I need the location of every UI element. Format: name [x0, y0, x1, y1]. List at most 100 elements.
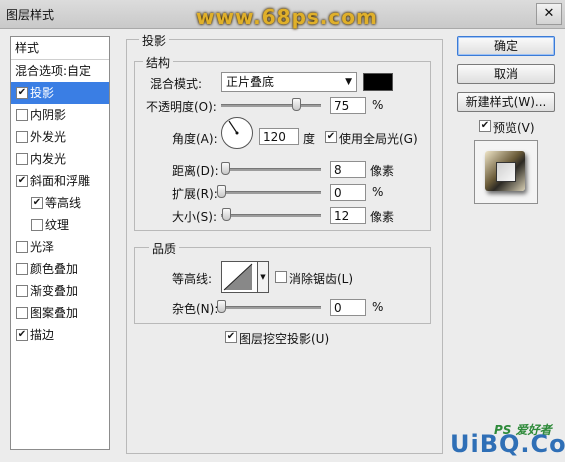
distance-input[interactable]: 8: [330, 161, 366, 178]
sidebar-item-label: 等高线: [45, 196, 82, 210]
sidebar-item[interactable]: 混合选项:自定: [11, 60, 109, 82]
sidebar-item-checkbox[interactable]: ✔: [16, 87, 28, 99]
sidebar-item-label: 投影: [30, 86, 55, 100]
sidebar-item[interactable]: 内阴影: [11, 104, 109, 126]
contour-label: 等高线:: [172, 272, 213, 286]
spread-slider-track[interactable]: [221, 191, 321, 194]
spread-slider-thumb[interactable]: [217, 185, 226, 198]
global-light-checkbox[interactable]: ✔: [325, 131, 337, 143]
sidebar-item-checkbox[interactable]: [16, 307, 28, 319]
global-light-label: 使用全局光(G): [339, 132, 418, 146]
drop-shadow-title: 投影: [139, 32, 170, 49]
size-unit: 像素: [370, 210, 395, 224]
spread-input[interactable]: 0: [330, 184, 366, 201]
sidebar-item-label: 图案叠加: [30, 306, 79, 320]
sidebar-item-checkbox[interactable]: [16, 131, 28, 143]
footer-watermark-brand: UiBQ.CoM: [450, 430, 565, 458]
distance-unit: 像素: [370, 164, 395, 178]
window-title: 图层样式: [6, 8, 55, 22]
sidebar-item-label: 光泽: [30, 240, 55, 254]
contour-picker[interactable]: [221, 261, 259, 293]
sidebar-item-label: 混合选项:自定: [15, 64, 92, 78]
styles-list: 样式 混合选项:自定 ✔ 投影 内阴影 外发光 内发光 ✔ 斜面和浮雕 ✔ 等高线 纹理 光泽 颜色叠加…: [10, 36, 110, 450]
knockout-label: 图层挖空投影(U): [239, 332, 330, 346]
ok-button[interactable]: 确定: [457, 36, 555, 56]
close-button[interactable]: ✕: [536, 3, 562, 25]
spread-unit: %: [372, 185, 384, 199]
styles-list-header: 样式: [11, 37, 109, 60]
sidebar-item-checkbox[interactable]: [16, 153, 28, 165]
shadow-color-swatch[interactable]: [363, 73, 393, 91]
sidebar-item-checkbox[interactable]: [16, 109, 28, 121]
sidebar-item[interactable]: 颜色叠加: [11, 258, 109, 280]
sidebar-item[interactable]: 外发光: [11, 126, 109, 148]
preview-swatch-center: [496, 162, 516, 182]
sidebar-item[interactable]: 光泽: [11, 236, 109, 258]
size-slider-thumb[interactable]: [222, 208, 231, 221]
opacity-slider-thumb[interactable]: [292, 98, 301, 111]
noise-unit: %: [372, 300, 384, 314]
anti-alias-checkbox[interactable]: [275, 271, 287, 283]
sidebar-item-checkbox[interactable]: [31, 219, 43, 231]
sidebar-item[interactable]: ✔ 描边: [11, 324, 109, 346]
sidebar-item-checkbox[interactable]: [16, 263, 28, 275]
new-style-button[interactable]: 新建样式(W)...: [457, 92, 555, 112]
sidebar-item[interactable]: ✔ 斜面和浮雕: [11, 170, 109, 192]
contour-preview-icon: [223, 263, 253, 291]
style-preview-thumbnail: [474, 140, 538, 204]
quality-title: 品质: [149, 240, 180, 257]
opacity-input[interactable]: 75: [330, 97, 366, 114]
angle-dial[interactable]: [221, 117, 253, 149]
distance-slider-track[interactable]: [221, 168, 321, 171]
preview-checkbox[interactable]: ✔: [479, 120, 491, 132]
chevron-down-icon: ▼: [345, 77, 352, 87]
sidebar-item-label: 纹理: [45, 218, 70, 232]
preview-label: 预览(V): [493, 121, 535, 135]
sidebar-item-checkbox[interactable]: ✔: [16, 175, 28, 187]
noise-slider-thumb[interactable]: [217, 300, 226, 313]
sidebar-item-checkbox[interactable]: [16, 285, 28, 297]
title-bar: 图层样式 www.68ps.com ✕: [0, 0, 565, 29]
opacity-label: 不透明度(O):: [146, 100, 217, 114]
size-slider-track[interactable]: [221, 214, 321, 217]
blend-mode-select[interactable]: 正片叠底 ▼: [221, 72, 357, 92]
sidebar-item[interactable]: ✔ 等高线: [11, 192, 109, 214]
sidebar-item-label: 渐变叠加: [30, 284, 79, 298]
preview-swatch-frame: [485, 151, 525, 191]
noise-input[interactable]: 0: [330, 299, 366, 316]
spread-label: 扩展(R):: [172, 187, 218, 201]
sidebar-item-label: 外发光: [30, 130, 67, 144]
structure-title: 结构: [143, 54, 174, 71]
noise-label: 杂色(N):: [172, 302, 219, 316]
angle-dial-needle: [228, 120, 239, 135]
sidebar-item-label: 内阴影: [30, 108, 67, 122]
blend-mode-label: 混合模式:: [150, 77, 203, 91]
angle-label: 角度(A):: [172, 132, 218, 146]
noise-slider-track[interactable]: [221, 306, 321, 309]
sidebar-item-label: 斜面和浮雕: [30, 174, 91, 188]
sidebar-item[interactable]: ✔ 投影: [11, 82, 109, 104]
sidebar-item[interactable]: 渐变叠加: [11, 280, 109, 302]
distance-slider-thumb[interactable]: [221, 162, 230, 175]
anti-alias-label: 消除锯齿(L): [289, 272, 354, 286]
angle-input[interactable]: 120: [259, 128, 299, 145]
sidebar-item-checkbox[interactable]: [16, 241, 28, 253]
sidebar-item-label: 描边: [30, 328, 55, 342]
knockout-checkbox[interactable]: ✔: [225, 331, 237, 343]
sidebar-item-label: 内发光: [30, 152, 67, 166]
sidebar-item-checkbox[interactable]: ✔: [31, 197, 43, 209]
sidebar-item[interactable]: 内发光: [11, 148, 109, 170]
size-label: 大小(S):: [172, 210, 218, 224]
watermark-text: www.68ps.com: [196, 5, 378, 29]
opacity-slider-track[interactable]: [221, 104, 321, 107]
opacity-unit: %: [372, 98, 384, 112]
size-input[interactable]: 12: [330, 207, 366, 224]
chevron-down-icon[interactable]: ▼: [257, 261, 269, 293]
distance-label: 距离(D):: [172, 164, 219, 178]
sidebar-item-label: 颜色叠加: [30, 262, 79, 276]
sidebar-item[interactable]: 纹理: [11, 214, 109, 236]
sidebar-item[interactable]: 图案叠加: [11, 302, 109, 324]
sidebar-item-checkbox[interactable]: ✔: [16, 329, 28, 341]
cancel-button[interactable]: 取消: [457, 64, 555, 84]
angle-unit: 度: [303, 132, 316, 146]
